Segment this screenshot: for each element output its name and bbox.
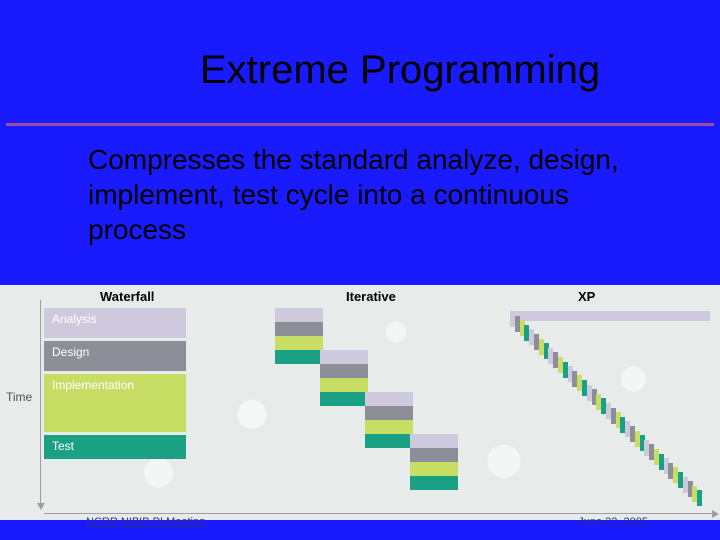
iterative-cycle-2	[320, 350, 368, 406]
iterative-design	[320, 364, 368, 378]
waterfall-test: Test	[44, 435, 186, 459]
iterative-implementation	[410, 462, 458, 476]
iterative-implementation	[275, 336, 323, 350]
waterfall-implementation: Implementation	[44, 374, 186, 432]
slide-title: Extreme Programming	[200, 48, 600, 93]
col-label-waterfall: Waterfall	[100, 289, 154, 304]
iterative-test	[410, 476, 458, 490]
iterative-cycle-4	[410, 434, 458, 490]
col-label-xp: XP	[578, 289, 595, 304]
body-text: Compresses the standard analyze, design,…	[88, 142, 648, 247]
process-diagram: Time Waterfall Iterative XP Analysis Des…	[0, 285, 720, 520]
slide: Extreme Programming Compresses the stand…	[0, 0, 720, 540]
iterative-cycle-1	[275, 308, 323, 364]
time-axis-label: Time	[6, 390, 32, 404]
iterative-design	[275, 322, 323, 336]
waterfall-analysis: Analysis	[44, 308, 186, 338]
footer-right: June 22, 2005	[578, 516, 648, 528]
iterative-analysis	[410, 434, 458, 448]
iterative-test	[320, 392, 368, 406]
xp-continuous-track	[510, 311, 710, 321]
iterative-implementation	[365, 420, 413, 434]
iterative-analysis	[365, 392, 413, 406]
iterative-test	[365, 434, 413, 448]
footer-left: NCRR NIBIB PI Meeting	[86, 516, 205, 528]
iterative-analysis	[320, 350, 368, 364]
title-underline	[6, 123, 714, 126]
xp-stripe	[697, 490, 702, 506]
iterative-analysis	[275, 308, 323, 322]
iterative-test	[275, 350, 323, 364]
iterative-implementation	[320, 378, 368, 392]
waterfall-design: Design	[44, 341, 186, 371]
iterative-cycle-3	[365, 392, 413, 448]
col-label-iterative: Iterative	[346, 289, 396, 304]
iterative-design	[410, 448, 458, 462]
iterative-design	[365, 406, 413, 420]
